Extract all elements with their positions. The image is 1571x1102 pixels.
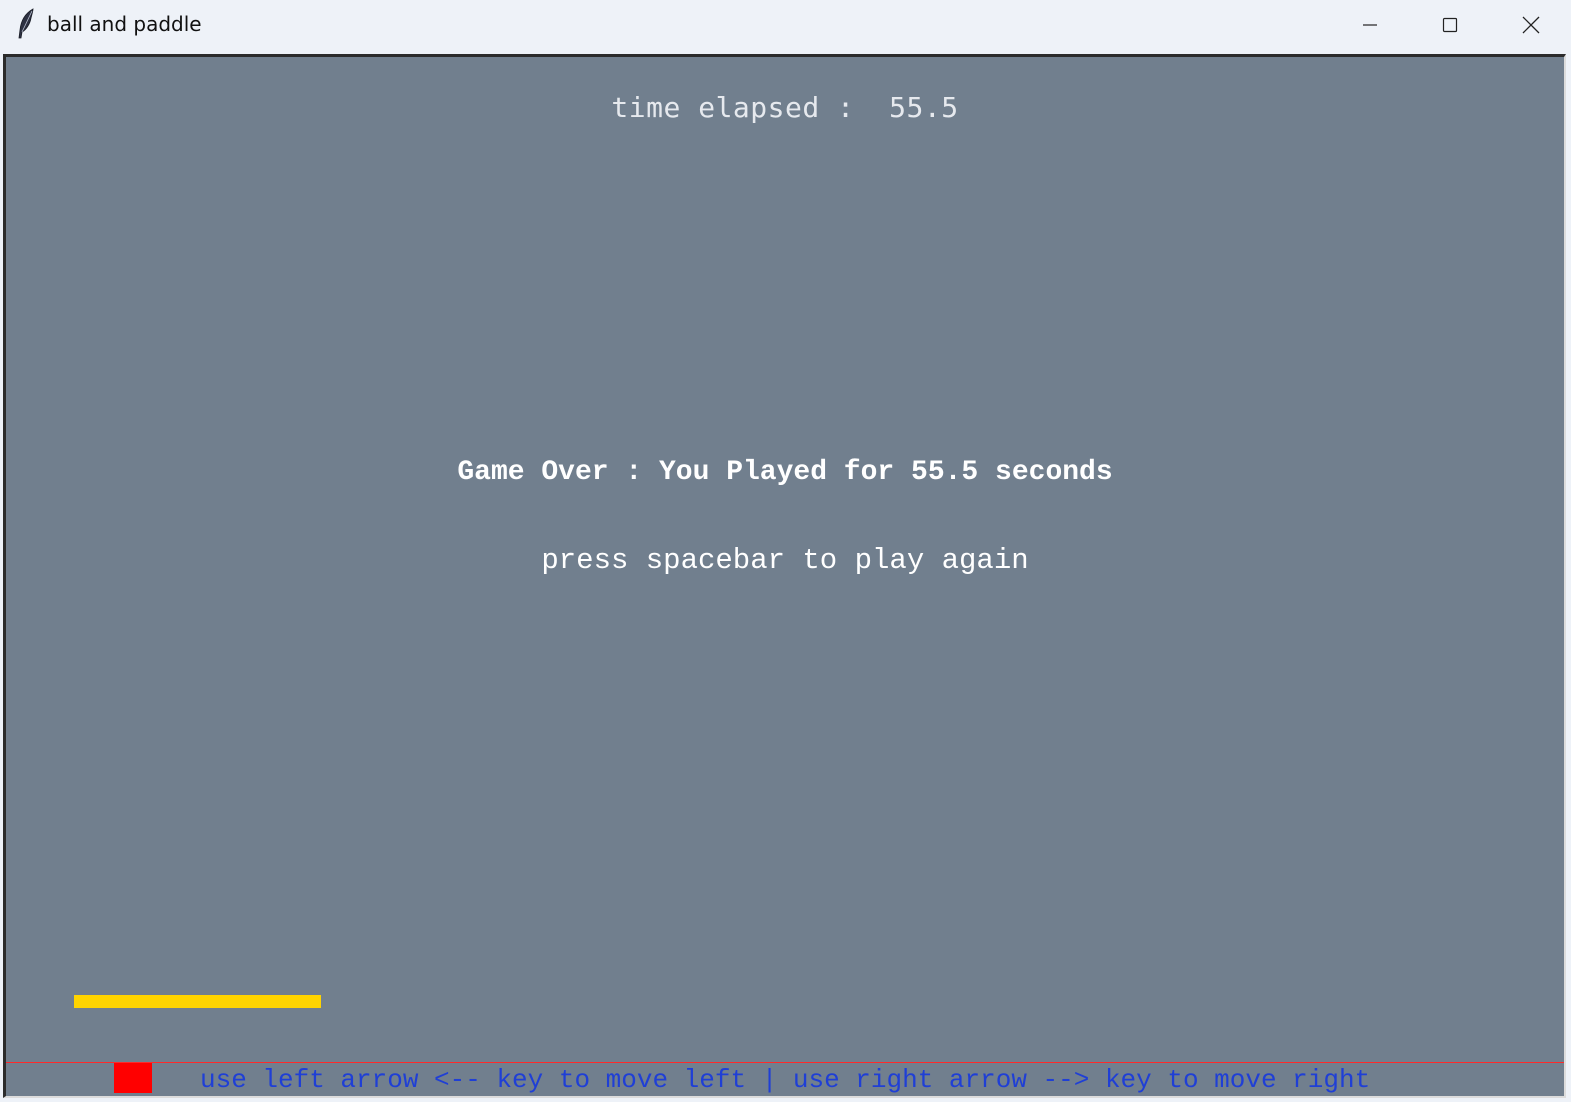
close-button[interactable] xyxy=(1491,0,1571,50)
paddle xyxy=(74,995,321,1008)
app-window: ball and paddle time elapsed : 55.5 Game… xyxy=(0,0,1571,1102)
game-canvas[interactable]: time elapsed : 55.5 Game Over : You Play… xyxy=(3,54,1566,1098)
close-icon xyxy=(1522,16,1540,34)
minimize-icon xyxy=(1362,17,1378,33)
maximize-button[interactable] xyxy=(1410,0,1490,50)
time-elapsed-label: time elapsed : 55.5 xyxy=(611,91,959,124)
window-title: ball and paddle xyxy=(47,12,202,36)
floor-line xyxy=(6,1062,1564,1063)
controls-instructions: use left arrow <-- key to move left | us… xyxy=(200,1065,1371,1095)
restart-prompt: press spacebar to play again xyxy=(541,544,1029,577)
feather-icon xyxy=(16,8,36,40)
game-over-message: Game Over : You Played for 55.5 seconds xyxy=(457,457,1113,488)
ball xyxy=(114,1063,152,1093)
maximize-icon xyxy=(1442,17,1458,33)
title-bar[interactable]: ball and paddle xyxy=(0,0,1571,52)
minimize-button[interactable] xyxy=(1330,0,1410,50)
